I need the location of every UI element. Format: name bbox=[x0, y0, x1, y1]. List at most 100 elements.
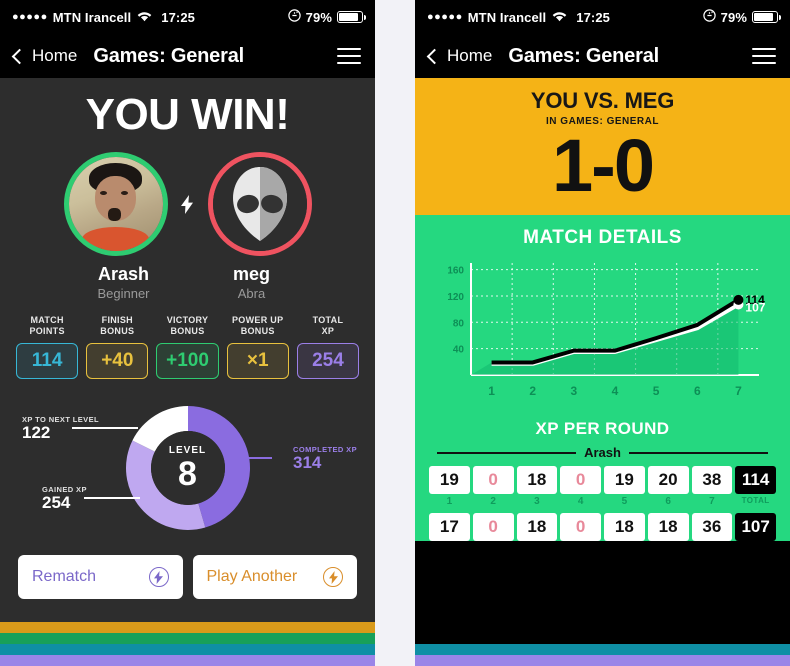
xp-cell: 36 bbox=[691, 513, 733, 542]
svg-text:1: 1 bbox=[488, 384, 495, 398]
xp-total-cell: 107 bbox=[735, 513, 776, 542]
xp-cell: 0 bbox=[472, 513, 514, 542]
player-name-divider: Arash bbox=[415, 445, 790, 460]
stat-3: POWER UP BONUS ×1 bbox=[226, 315, 289, 379]
player-avatars bbox=[0, 152, 375, 256]
hamburger-menu-icon[interactable] bbox=[752, 48, 776, 64]
xp-row-player-1: 19 0 18 0 19 20 38 114 bbox=[415, 466, 790, 495]
xp-cell: 18 bbox=[516, 466, 558, 495]
stat-value-box: 254 bbox=[296, 343, 360, 379]
donut-chart-svg bbox=[125, 406, 250, 530]
round-label: 6 bbox=[665, 496, 671, 508]
stat-label: MATCH POINTS bbox=[29, 315, 65, 337]
left-bottom-color-stripes bbox=[0, 622, 375, 666]
avatar-player-2[interactable] bbox=[207, 152, 312, 256]
hamburger-menu-icon[interactable] bbox=[337, 48, 361, 64]
xp-cell: 18 bbox=[647, 513, 689, 542]
round-label: 3 bbox=[534, 496, 540, 508]
screenshot-gutter bbox=[375, 0, 415, 666]
signal-strength-icon: ●●●●● bbox=[427, 11, 463, 23]
win-headline: YOU WIN! bbox=[85, 90, 290, 139]
leader-line-completed bbox=[228, 457, 272, 459]
leader-line-gained bbox=[84, 497, 140, 499]
xp-cell: 17 bbox=[429, 513, 470, 542]
svg-text:3: 3 bbox=[571, 384, 578, 398]
status-bar-right: 79% bbox=[702, 9, 781, 25]
svg-text:2: 2 bbox=[529, 384, 536, 398]
stat-label: TOTAL XP bbox=[312, 315, 344, 337]
xp-per-round-title: XP PER ROUND bbox=[535, 419, 670, 439]
lightning-bolt-icon bbox=[148, 567, 169, 587]
svg-text:40: 40 bbox=[453, 345, 465, 356]
versus-title: YOU VS. MEG bbox=[530, 88, 675, 113]
xp-breakdown-row: MATCH POINTS 114 FINISH BONUS +40 VICTORY BONUS… bbox=[0, 315, 375, 379]
xp-cell: 18 bbox=[604, 513, 645, 542]
svg-text:7: 7 bbox=[735, 384, 742, 398]
svg-text:6: 6 bbox=[694, 384, 701, 398]
round-number-labels: 1 2 3 4 5 6 7 TOTAL bbox=[415, 496, 790, 507]
xp-total-cell: 114 bbox=[735, 466, 776, 495]
stat-label: FINISH BONUS bbox=[100, 315, 135, 337]
head-to-head-score-panel: YOU VS. MEG IN GAMES: GENERAL 1-0 bbox=[415, 78, 790, 216]
stat-label: POWER UP BONUS bbox=[232, 315, 284, 337]
xp-cell: 19 bbox=[604, 466, 645, 495]
gained-xp-label: GAINED XP 254 bbox=[42, 485, 87, 512]
line-chart-svg: 40801201601 2 3 4 5 6 7114107 bbox=[447, 263, 766, 398]
xp-cell: 19 bbox=[429, 466, 470, 495]
battery-percent-label: 79% bbox=[720, 9, 747, 25]
back-button[interactable]: Home bbox=[426, 46, 492, 66]
xp-cell: 38 bbox=[691, 466, 733, 495]
stat-label: VICTORY BONUS bbox=[166, 315, 209, 337]
page-title: Games: General bbox=[93, 44, 244, 67]
clock: 17:25 bbox=[161, 9, 195, 25]
total-label: TOTAL bbox=[741, 496, 770, 506]
xp-cell: 18 bbox=[516, 513, 558, 542]
round-label: 1 bbox=[446, 496, 453, 508]
signal-strength-icon: ●●●●● bbox=[12, 11, 48, 23]
play-another-button[interactable]: Play Another bbox=[192, 555, 357, 599]
round-label: 2 bbox=[490, 496, 496, 508]
back-button[interactable]: Home bbox=[11, 46, 78, 66]
avatar-image-meg bbox=[212, 157, 307, 251]
chevron-left-icon bbox=[426, 48, 443, 64]
player-names: Arash Beginner meg Abra bbox=[0, 264, 375, 301]
player-2-rank: Abra bbox=[237, 286, 266, 301]
chevron-left-icon bbox=[11, 48, 28, 64]
navigation-bar: Home Games: General bbox=[0, 34, 375, 78]
avatar-image-arash bbox=[68, 157, 163, 251]
svg-text:160: 160 bbox=[447, 266, 464, 277]
battery-icon bbox=[752, 11, 781, 23]
clock: 17:25 bbox=[576, 9, 610, 25]
color-stripe-3 bbox=[0, 655, 375, 666]
back-button-label: Home bbox=[32, 46, 78, 65]
xp-cell: 20 bbox=[647, 466, 689, 495]
match-details-title: MATCH DETAILS bbox=[523, 227, 682, 249]
color-stripe-0 bbox=[0, 622, 375, 633]
stat-2: VICTORY BONUS +100 bbox=[156, 315, 219, 379]
navigation-bar: Home Games: General bbox=[415, 34, 790, 78]
wifi-icon bbox=[137, 10, 152, 25]
head-to-head-score: 1-0 bbox=[552, 124, 655, 207]
avatar-player-1[interactable] bbox=[63, 152, 168, 256]
player-2-info: meg Abra bbox=[200, 264, 304, 301]
xp-row-player-2: 17 0 18 0 18 18 36 107 bbox=[415, 513, 790, 542]
xp-cell: 0 bbox=[560, 466, 601, 495]
rotation-lock-icon bbox=[287, 9, 301, 25]
rematch-button[interactable]: Rematch bbox=[18, 555, 183, 599]
round-label: 4 bbox=[577, 496, 584, 508]
svg-text:80: 80 bbox=[453, 319, 465, 330]
status-bar: ●●●●● MTN Irancell 17:25 79% bbox=[0, 0, 375, 34]
left-phone-screen: ●●●●● MTN Irancell 17:25 79% Home Games:… bbox=[0, 0, 375, 666]
status-bar-right: 79% bbox=[287, 9, 366, 25]
svg-text:5: 5 bbox=[653, 384, 660, 398]
color-stripe-0 bbox=[415, 644, 790, 655]
right-bottom-color-stripes bbox=[415, 644, 790, 666]
player-2-name: meg bbox=[232, 264, 270, 284]
color-stripe-1 bbox=[0, 633, 375, 644]
level-progress-donut: LEVEL 8 XP TO NEXT LEVEL 122 GAINED XP 2… bbox=[0, 393, 375, 543]
battery-icon bbox=[337, 11, 366, 23]
svg-text:4: 4 bbox=[612, 384, 619, 398]
action-buttons: Rematch Play Another bbox=[0, 555, 375, 599]
stat-value-box: +40 bbox=[86, 343, 149, 379]
round-label: 7 bbox=[709, 496, 715, 508]
